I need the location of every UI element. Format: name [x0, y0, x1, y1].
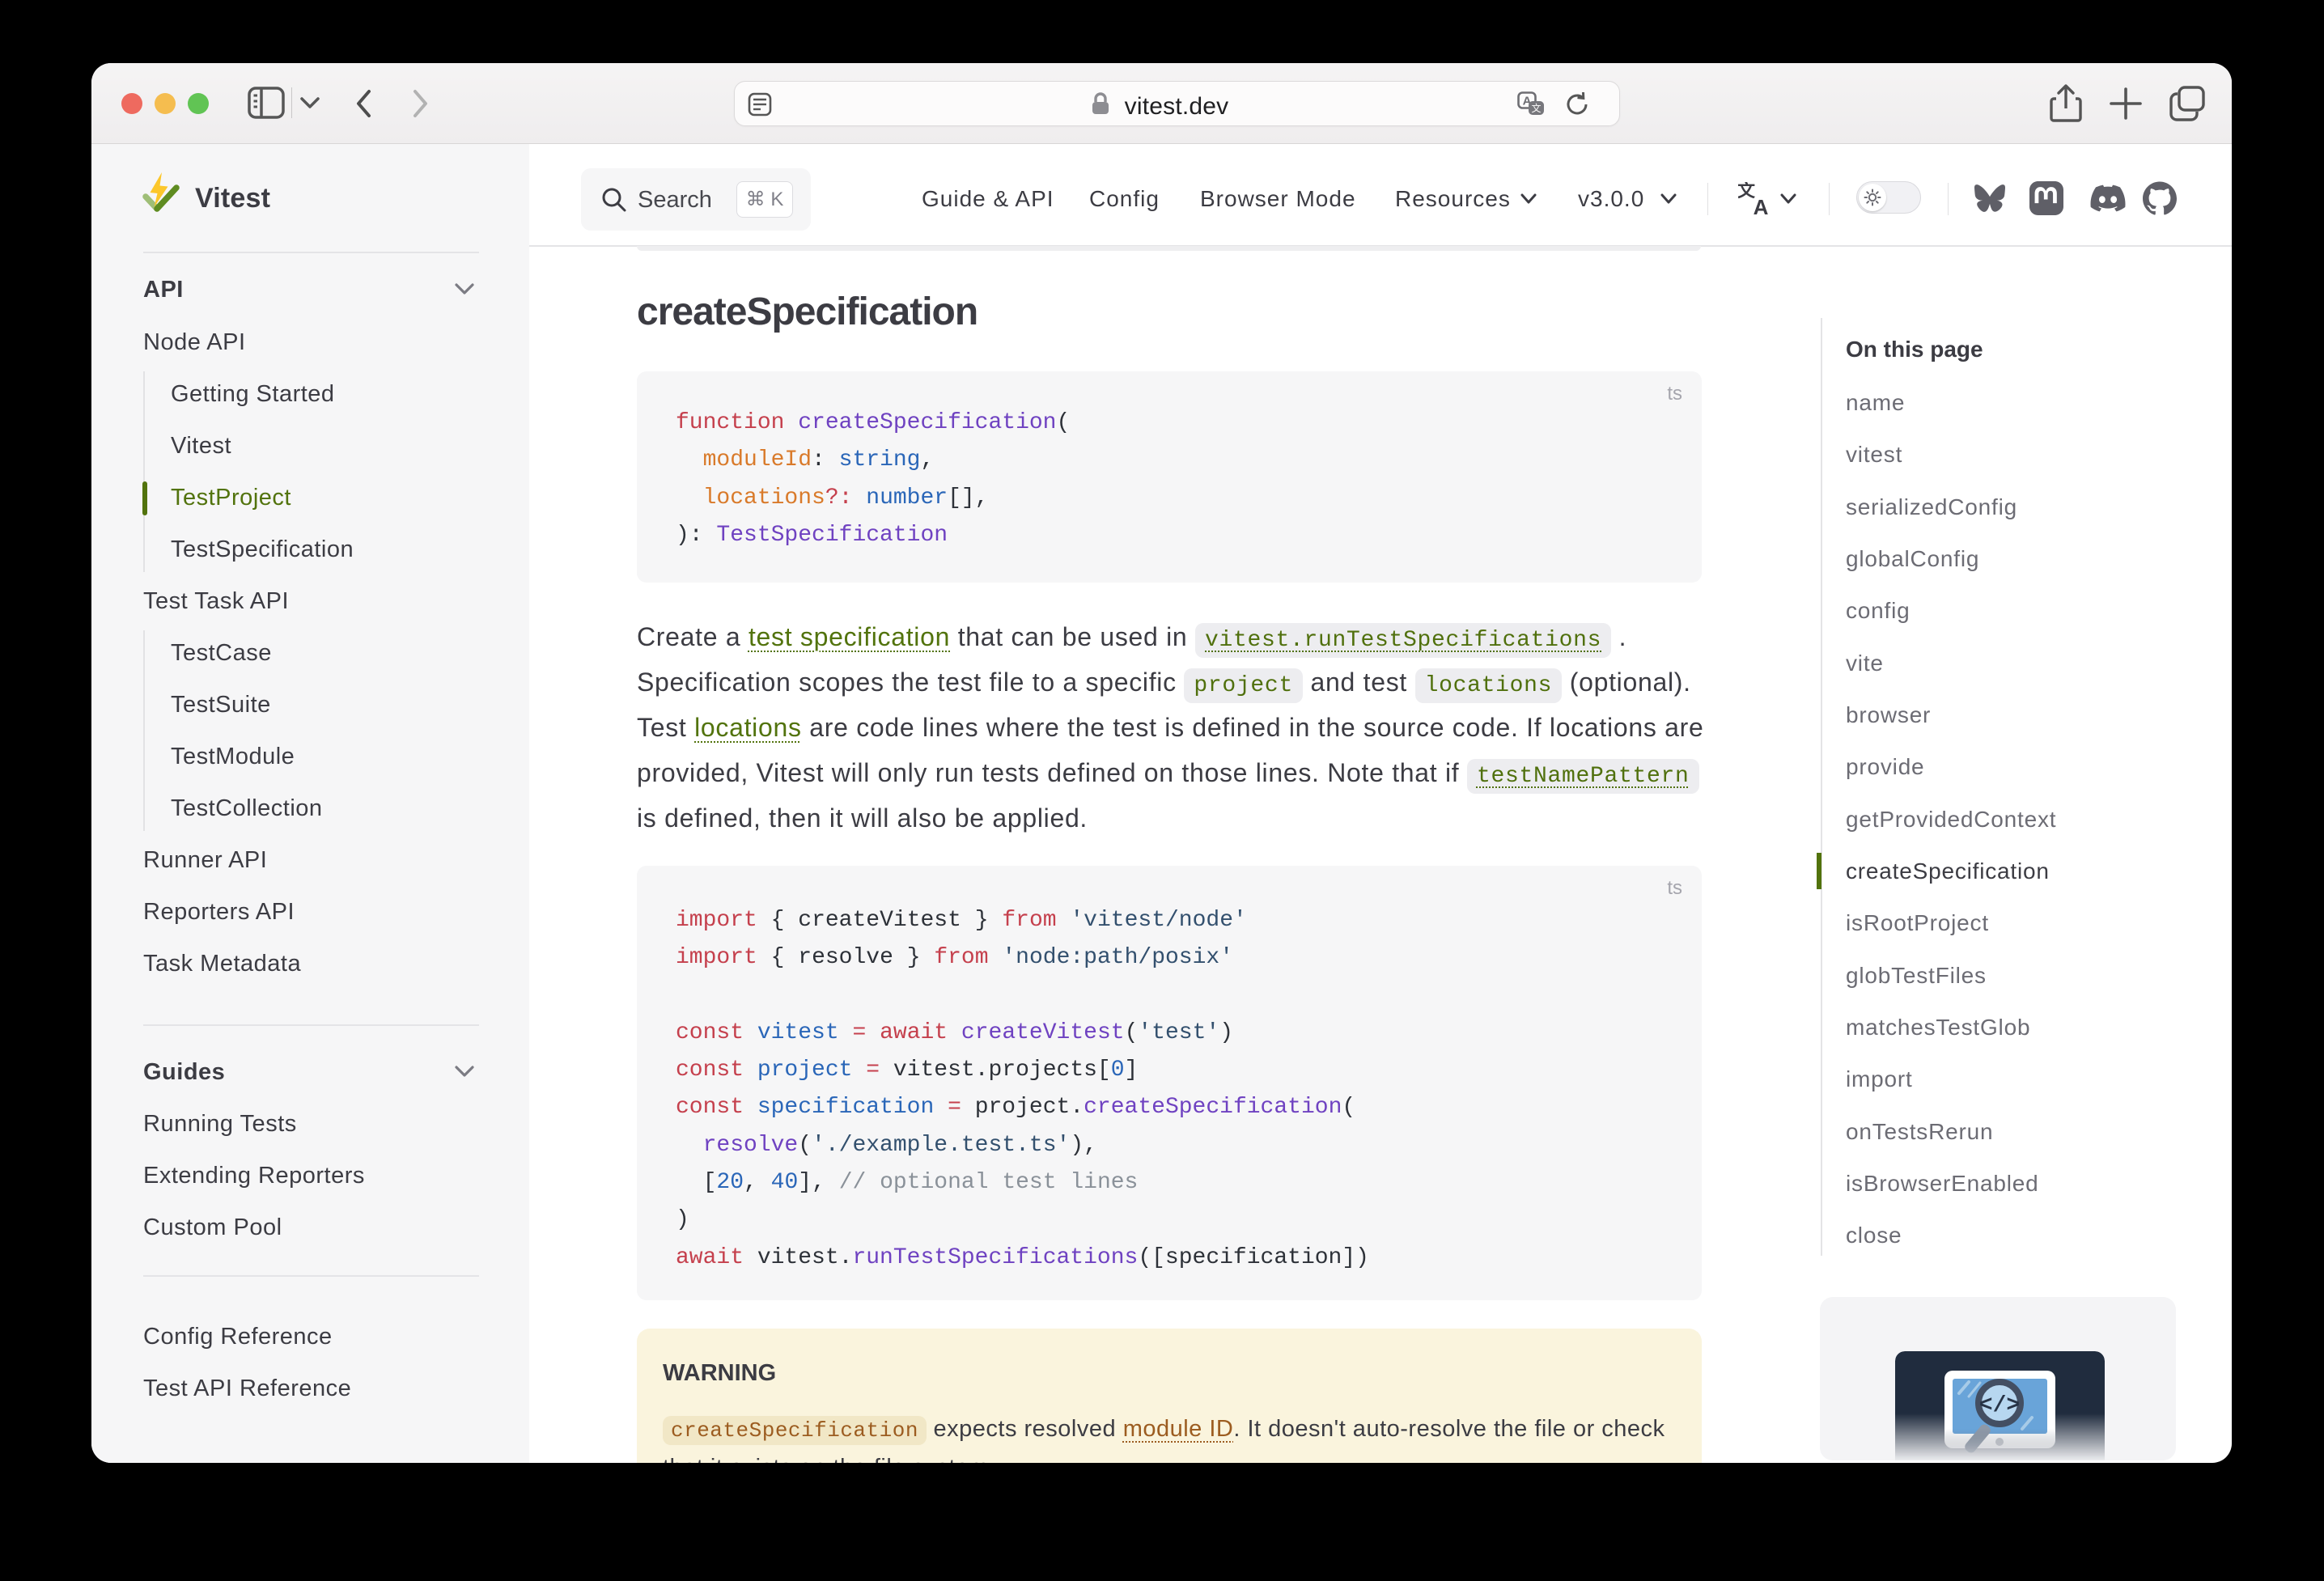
- svg-text:A: A: [1754, 195, 1769, 218]
- svg-text:文: 文: [1531, 102, 1541, 114]
- svg-text:</>: </>: [1979, 1393, 2020, 1418]
